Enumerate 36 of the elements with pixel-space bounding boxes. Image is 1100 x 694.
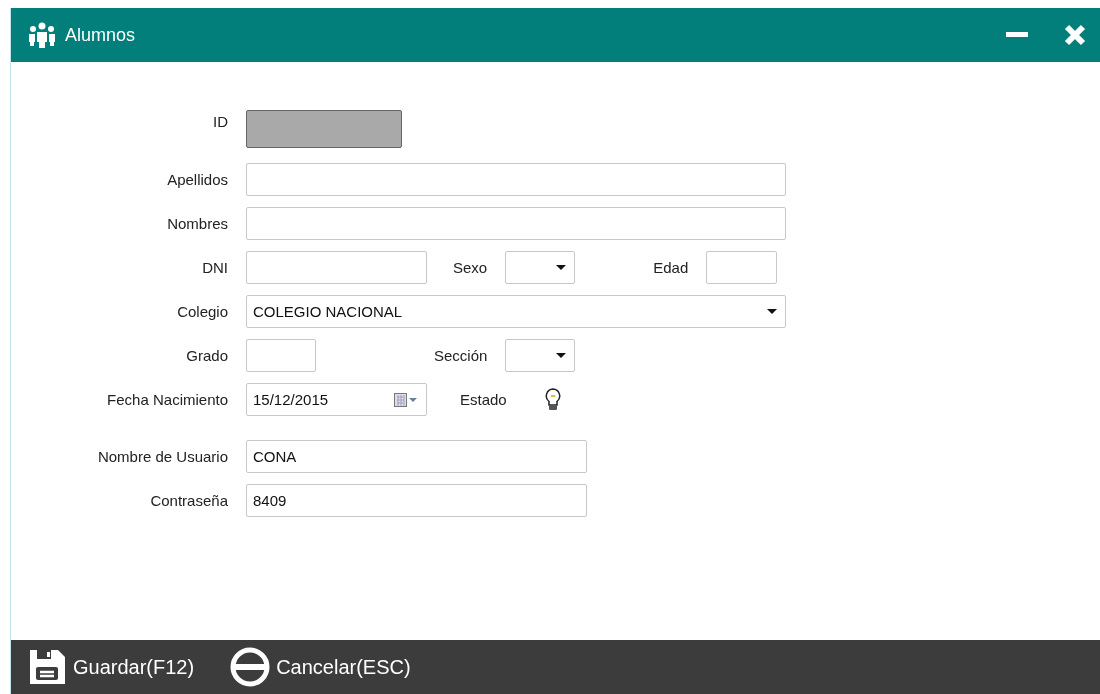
field-label: Nombre de Usuario — [96, 448, 228, 465]
date-picker[interactable]: 15/12/2015 — [246, 383, 427, 416]
dropdown-arrow-icon — [556, 265, 567, 270]
input-field[interactable] — [706, 251, 778, 284]
input-field[interactable] — [246, 207, 786, 240]
calendar-icon[interactable] — [394, 392, 418, 407]
minus-circle-icon — [230, 647, 271, 687]
input-field[interactable] — [246, 251, 427, 284]
field-label: Edad — [653, 259, 689, 276]
field-label: Contraseña — [149, 492, 228, 509]
save-button[interactable]: Guardar(F12) — [27, 647, 195, 687]
input-field[interactable]: 8409 — [246, 484, 587, 517]
field-label: Nombres — [166, 215, 228, 232]
field-label: ID — [212, 113, 228, 130]
field-label: DNI — [201, 259, 228, 276]
minimize-icon[interactable] — [1006, 32, 1028, 38]
input-field[interactable]: CONA — [246, 440, 587, 473]
dropdown[interactable] — [505, 251, 576, 284]
dropdown[interactable] — [505, 339, 576, 372]
cancel-button[interactable]: Cancelar(ESC) — [230, 647, 411, 687]
window-title: Alumnos — [65, 24, 136, 46]
dropdown-arrow-icon — [767, 309, 777, 314]
field-label: Estado — [460, 391, 507, 408]
field-label: Apellidos — [166, 171, 228, 188]
field-label: Fecha Nacimiento — [106, 391, 228, 408]
dropdown-arrow-icon — [556, 353, 567, 358]
close-icon[interactable] — [1064, 24, 1086, 46]
people-icon — [27, 22, 57, 48]
field-label: Sexo — [453, 259, 488, 276]
input-field[interactable] — [246, 339, 316, 372]
dropdown[interactable]: COLEGIO NACIONAL — [246, 295, 786, 328]
field-label: Grado — [185, 347, 228, 364]
lightbulb-icon — [544, 387, 561, 412]
field-label: Colegio — [176, 303, 228, 320]
input-field[interactable] — [246, 163, 786, 196]
field-label: Sección — [434, 347, 488, 364]
